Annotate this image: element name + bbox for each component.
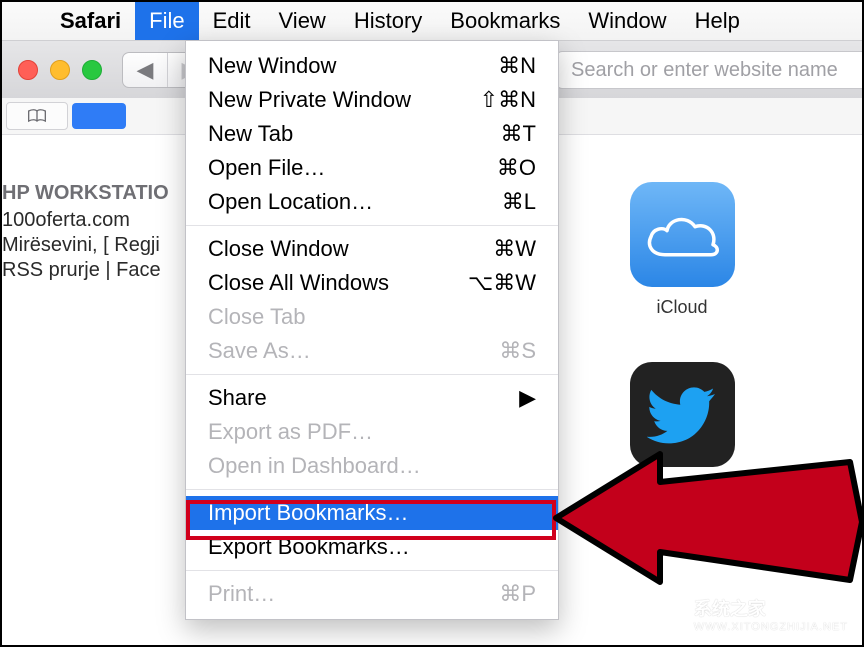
submenu-arrow-icon: ▶ [519, 385, 536, 411]
menu-item-label: Close Window [208, 236, 349, 262]
menu-shortcut: ⌘N [498, 53, 536, 79]
minimize-window-icon[interactable] [50, 60, 70, 80]
menu-shortcut: ⌘O [497, 155, 536, 181]
window-controls [18, 60, 102, 80]
watermark: 系统之家 WWW.XITONGZHIJIA.NET [636, 593, 848, 635]
menu-share[interactable]: Share ▶ [186, 381, 558, 415]
book-icon [27, 109, 47, 123]
menubar: Safari File Edit View History Bookmarks … [2, 2, 862, 40]
menu-close-all-windows[interactable]: Close All Windows ⌥⌘W [186, 266, 558, 300]
favorite-tile-icloud[interactable]: iCloud [622, 182, 742, 318]
menu-new-window[interactable]: New Window ⌘N [186, 49, 558, 83]
favorite-tile-twitter[interactable] [622, 362, 742, 477]
sidebar: HP WORKSTATIO 100oferta.com Mirësevini, … [2, 182, 184, 284]
menu-item-label: Close All Windows [208, 270, 389, 296]
menu-shortcut: ⇧⌘N [480, 87, 536, 113]
menu-shortcut: ⌘S [499, 338, 536, 364]
menu-open-location[interactable]: Open Location… ⌘L [186, 185, 558, 219]
sidebar-header: HP WORKSTATIO [2, 182, 184, 205]
menu-item-label: Close Tab [208, 304, 305, 330]
menu-save-as: Save As… ⌘S [186, 334, 558, 368]
menu-item-label: Export Bookmarks… [208, 534, 410, 560]
menu-import-bookmarks[interactable]: Import Bookmarks… [186, 496, 558, 530]
menu-print: Print… ⌘P [186, 577, 558, 611]
menu-item-label: Import Bookmarks… [208, 500, 409, 526]
watermark-text: 系统之家 [694, 595, 848, 621]
menu-bookmarks[interactable]: Bookmarks [436, 2, 574, 40]
watermark-url: WWW.XITONGZHIJIA.NET [694, 621, 848, 633]
menu-shortcut: ⌘L [502, 189, 536, 215]
app-name[interactable]: Safari [46, 2, 135, 40]
twitter-icon [630, 362, 735, 467]
sidebar-item[interactable]: 100oferta.com [2, 209, 184, 232]
show-sidebar-button[interactable] [6, 102, 68, 130]
back-button[interactable]: ◀ [123, 53, 167, 87]
menu-export-pdf: Export as PDF… [186, 415, 558, 449]
menu-export-bookmarks[interactable]: Export Bookmarks… [186, 530, 558, 564]
file-menu-dropdown: New Window ⌘N New Private Window ⇧⌘N New… [185, 40, 559, 620]
menu-close-window[interactable]: Close Window ⌘W [186, 232, 558, 266]
address-bar[interactable]: Search or enter website name [556, 51, 864, 89]
menu-help[interactable]: Help [681, 2, 754, 40]
menu-item-label: New Tab [208, 121, 293, 147]
menu-new-private-window[interactable]: New Private Window ⇧⌘N [186, 83, 558, 117]
menu-open-dashboard: Open in Dashboard… [186, 449, 558, 483]
menu-item-label: Open File… [208, 155, 325, 181]
menu-window[interactable]: Window [574, 2, 680, 40]
sidebar-item[interactable]: Mirësevini, [ Regji [2, 234, 184, 257]
menu-history[interactable]: History [340, 2, 436, 40]
menu-shortcut: ⌥⌘W [468, 270, 536, 296]
fullscreen-window-icon[interactable] [82, 60, 102, 80]
menu-shortcut: ⌘P [499, 581, 536, 607]
watermark-house-icon [636, 593, 686, 635]
close-window-icon[interactable] [18, 60, 38, 80]
icloud-icon [630, 182, 735, 287]
menu-shortcut: ⌘T [501, 121, 536, 147]
menu-item-label: Save As… [208, 338, 311, 364]
menu-item-label: Open Location… [208, 189, 373, 215]
menu-item-label: Print… [208, 581, 275, 607]
menu-item-label: New Window [208, 53, 336, 79]
menu-item-label: Share [208, 385, 267, 411]
menu-item-label: Open in Dashboard… [208, 453, 421, 479]
menu-item-label: Export as PDF… [208, 419, 373, 445]
menu-close-tab: Close Tab [186, 300, 558, 334]
favorites-tab[interactable] [72, 103, 126, 129]
menu-item-label: New Private Window [208, 87, 411, 113]
menu-view[interactable]: View [265, 2, 340, 40]
menu-file[interactable]: File [135, 2, 198, 40]
menu-shortcut: ⌘W [493, 236, 536, 262]
menu-edit[interactable]: Edit [199, 2, 265, 40]
sidebar-item[interactable]: RSS prurje | Face [2, 259, 184, 282]
menu-new-tab[interactable]: New Tab ⌘T [186, 117, 558, 151]
menu-open-file[interactable]: Open File… ⌘O [186, 151, 558, 185]
tile-label: iCloud [622, 297, 742, 318]
